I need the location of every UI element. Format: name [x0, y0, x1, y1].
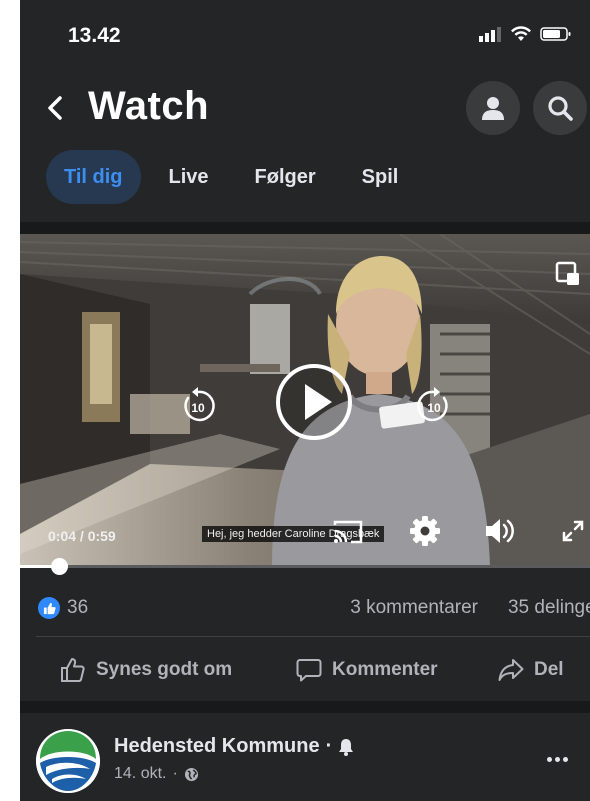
rewind-10-icon: 10	[184, 387, 215, 422]
search-button[interactable]	[533, 81, 587, 135]
video-player[interactable]: 10 10 0:04 / 0:59 Hej, jeg hedder Caroli…	[20, 234, 590, 567]
app-screen: 13.42 Watch Til dig Live Følger Spil 10 …	[20, 0, 590, 801]
meta-separator: ·	[172, 765, 178, 782]
share-button[interactable]: Del	[498, 648, 564, 692]
like-count[interactable]: 36	[67, 597, 88, 619]
play-button[interactable]	[274, 362, 354, 442]
expand-icon	[562, 520, 584, 542]
more-dot	[554, 756, 560, 762]
signal-icon	[479, 27, 501, 42]
more-options-button[interactable]	[542, 749, 572, 769]
forward-10-icon: 10	[417, 387, 448, 422]
cast-icon	[333, 520, 363, 544]
search-icon	[548, 96, 573, 121]
comment-button[interactable]: Kommenter	[296, 648, 438, 692]
person-icon	[482, 97, 504, 120]
tab-folger[interactable]: Følger	[237, 150, 334, 204]
comment-icon	[296, 659, 322, 682]
like-button-label: Synes godt om	[96, 659, 233, 680]
status-bar: 13.42	[20, 0, 590, 72]
gear-icon	[410, 516, 440, 546]
globe-icon	[184, 767, 198, 781]
like-reaction-icon	[38, 597, 60, 619]
video-progress-track[interactable]	[20, 565, 590, 568]
picture-in-picture-icon	[555, 261, 579, 285]
skip-forward-button[interactable]: 10	[410, 382, 458, 430]
comments-count[interactable]: 3 kommentarer	[350, 597, 478, 619]
settings-button[interactable]	[406, 512, 444, 550]
page-name-row: Hedensted Kommune ·	[114, 735, 354, 758]
thumbs-up-icon	[43, 602, 56, 614]
status-time: 13.42	[68, 24, 121, 47]
bell-icon[interactable]	[338, 738, 354, 756]
page-title: Watch	[88, 84, 210, 128]
cast-button[interactable]	[330, 514, 366, 550]
tab-til-dig[interactable]: Til dig	[46, 150, 141, 204]
volume-button[interactable]	[480, 512, 520, 550]
page-name[interactable]: Hedensted Kommune	[114, 735, 320, 758]
post-meta: 14. okt. ·	[114, 765, 199, 783]
wifi-icon	[511, 26, 531, 41]
play-icon	[276, 364, 352, 440]
chevron-left-icon	[48, 96, 62, 120]
skip-back-label: 10	[191, 401, 205, 415]
watch-tabs: Til dig Live Følger Spil	[46, 150, 416, 204]
post-header: Hedensted Kommune · 14. okt. ·	[20, 713, 590, 801]
status-icons	[478, 26, 572, 42]
picture-in-picture-button[interactable]	[552, 258, 584, 290]
fullscreen-button[interactable]	[558, 516, 588, 546]
video-time: 0:04 / 0:59	[48, 528, 116, 544]
tab-spil[interactable]: Spil	[344, 150, 417, 204]
avatar[interactable]	[36, 729, 100, 793]
like-button[interactable]: Synes godt om	[60, 648, 232, 692]
share-icon	[498, 659, 524, 681]
section-divider	[20, 222, 590, 234]
comment-button-label: Kommenter	[332, 659, 438, 680]
shares-count[interactable]: 35 delinger	[508, 597, 590, 619]
section-divider-2	[20, 701, 590, 713]
name-separator: ·	[325, 735, 333, 757]
skip-back-button[interactable]: 10	[174, 382, 222, 430]
hedensted-logo	[36, 729, 100, 793]
more-dot	[562, 756, 568, 762]
battery-icon	[540, 27, 571, 41]
tab-live[interactable]: Live	[151, 150, 227, 204]
video-scrubber-handle[interactable]	[50, 558, 68, 575]
post-date[interactable]: 14. okt.	[114, 765, 166, 783]
skip-forward-label: 10	[427, 401, 441, 415]
reaction-summary: 36 3 kommentarer 35 delinger	[20, 592, 590, 626]
watch-header: Watch	[20, 78, 590, 140]
volume-icon	[486, 519, 514, 543]
profile-button[interactable]	[466, 81, 520, 135]
post-actions: Synes godt om Kommenter Del	[20, 648, 590, 692]
more-dot	[546, 756, 552, 762]
reaction-divider	[36, 636, 590, 637]
thumbs-up-outline-icon	[61, 658, 85, 682]
back-button[interactable]	[40, 88, 70, 128]
share-button-label: Del	[534, 659, 564, 680]
